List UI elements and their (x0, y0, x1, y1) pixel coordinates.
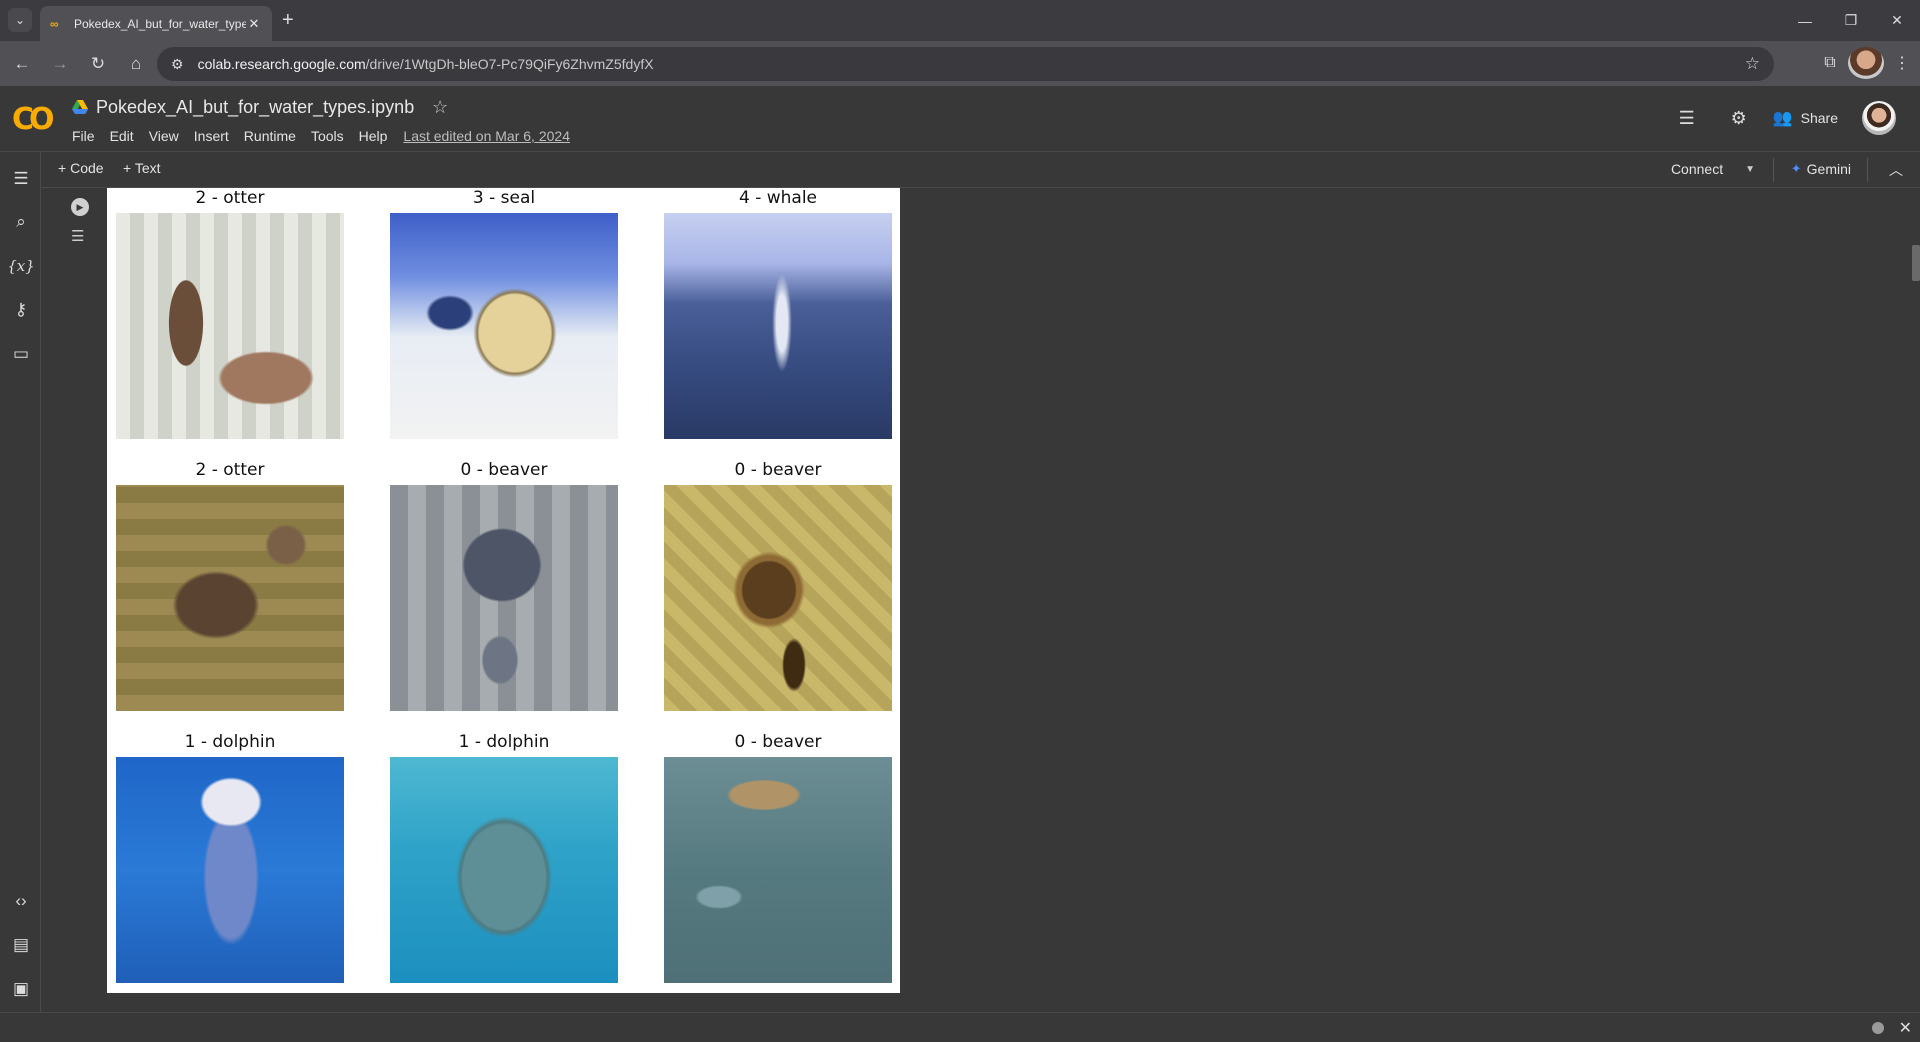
url-path: /drive/1WtgDh-bleO7-Pc79QiFy6ZhvmZ5fdyfX (365, 56, 654, 72)
profile-avatar-image (1848, 47, 1884, 79)
account-avatar[interactable] (1862, 101, 1896, 135)
notebook-title[interactable]: Pokedex_AI_but_for_water_types.ipynb (96, 97, 414, 118)
share-button[interactable]: 👥 Share (1773, 108, 1838, 128)
chevron-down-icon[interactable]: ▼ (1745, 164, 1755, 175)
beaver-image (664, 757, 892, 983)
otter-image (116, 213, 344, 439)
image-label: 2 - otter (195, 460, 265, 480)
tab-close-icon[interactable]: ✕ (246, 16, 262, 32)
run-cell-button[interactable]: ▶ (71, 198, 89, 216)
toolbar-actions: ⧉ ⋮ (1812, 47, 1920, 79)
bookmark-star-icon[interactable]: ☆ (1745, 54, 1760, 74)
menu-bar: File Edit View Insert Runtime Tools Help… (72, 128, 585, 144)
whale-image (664, 213, 892, 439)
gemini-label: Gemini (1806, 161, 1851, 177)
connect-button[interactable]: Connect ▼ (1671, 161, 1755, 177)
image-label: 1 - dolphin (458, 732, 550, 752)
forward-icon[interactable]: → (44, 48, 76, 80)
image-label: 0 - beaver (734, 460, 822, 480)
gemini-button[interactable]: ✦ Gemini (1791, 161, 1851, 177)
files-folder-icon[interactable]: ▭ (8, 341, 34, 367)
image-label: 0 - beaver (734, 732, 822, 752)
menu-runtime[interactable]: Runtime (244, 128, 296, 144)
seal-image (390, 213, 618, 439)
site-info-icon[interactable]: ⚙ (171, 56, 184, 73)
colab-header: CO Pokedex_AI_but_for_water_types.ipynb … (0, 86, 1920, 152)
url-host: colab.research.google.com (197, 56, 366, 72)
home-icon[interactable]: ⌂ (120, 48, 152, 80)
add-text-label: Text (134, 160, 161, 176)
cell-output: 2 - otter 3 - seal 4 - whale 2 - otter 0… (107, 188, 900, 993)
code-snippets-icon[interactable]: ‹› (8, 888, 34, 914)
profile-avatar[interactable] (1848, 47, 1884, 79)
status-bar: ✕ (0, 1012, 1920, 1042)
command-palette-icon[interactable]: ▤ (8, 932, 34, 958)
status-indicator-icon[interactable] (1872, 1022, 1884, 1034)
image-label: 4 - whale (738, 188, 818, 208)
output-actions-icon[interactable]: ☰ (71, 227, 84, 245)
menu-help[interactable]: Help (359, 128, 388, 144)
reload-icon[interactable]: ↻ (82, 48, 114, 80)
settings-gear-icon[interactable]: ⚙ (1719, 100, 1759, 136)
beaver-image (390, 485, 618, 711)
header-actions: ☰ ⚙ 👥 Share (1667, 100, 1920, 136)
menu-view[interactable]: View (149, 128, 179, 144)
cell-gutter: ▶ ☰ (42, 188, 107, 1012)
browser-tab[interactable]: ∞ Pokedex_AI_but_for_water_types.ipynb ✕ (40, 6, 272, 41)
gemini-sparkle-icon: ✦ (1790, 161, 1802, 176)
browser-tab-bar: ⌄ ∞ Pokedex_AI_but_for_water_types.ipynb… (0, 0, 1920, 41)
close-panel-icon[interactable]: ✕ (1899, 1018, 1912, 1038)
divider (1773, 158, 1774, 182)
otter-image (116, 485, 344, 711)
tab-search-button[interactable]: ⌄ (8, 8, 32, 32)
menu-insert[interactable]: Insert (194, 128, 229, 144)
star-notebook-icon[interactable]: ☆ (432, 97, 448, 118)
back-icon[interactable]: ← (6, 48, 38, 80)
dolphin-image (390, 757, 618, 983)
image-label: 2 - otter (195, 188, 265, 208)
left-sidebar: ☰ ⌕ {x} ⚷ ▭ ‹› ▤ ▣ (0, 152, 41, 1012)
notebook-toolbar: + Code + Text Connect ▼ ✦ Gemini ︿ (42, 152, 1920, 188)
colab-logo[interactable]: CO (12, 102, 54, 137)
people-icon: 👥 (1772, 110, 1793, 127)
variables-icon[interactable]: {x} (7, 253, 35, 279)
restore-icon[interactable]: ❐ (1828, 0, 1874, 41)
add-code-label: Code (70, 160, 104, 176)
beaver-image (664, 485, 892, 711)
last-edited-link[interactable]: Last edited on Mar 6, 2024 (403, 128, 570, 144)
secrets-key-icon[interactable]: ⚷ (8, 297, 34, 323)
table-of-contents-icon[interactable]: ☰ (8, 166, 34, 192)
menu-tools[interactable]: Tools (311, 128, 344, 144)
dolphin-image (116, 757, 344, 983)
image-label: 1 - dolphin (184, 732, 276, 752)
terminal-icon[interactable]: ▣ (8, 976, 34, 1002)
window-controls: — ❐ ✕ (1782, 0, 1920, 41)
image-label: 0 - beaver (460, 460, 548, 480)
browser-toolbar: ← → ↻ ⌂ ⚙ colab.research.google.com/driv… (0, 41, 1920, 86)
chevron-up-icon[interactable]: ︿ (1889, 160, 1903, 180)
browser-menu-icon[interactable]: ⋮ (1884, 47, 1920, 79)
menu-file[interactable]: File (72, 128, 95, 144)
colab-favicon-icon: ∞ (50, 16, 59, 31)
image-label: 3 - seal (472, 188, 536, 208)
extensions-icon[interactable]: ⧉ (1812, 47, 1848, 79)
google-drive-icon (72, 100, 88, 114)
address-bar[interactable]: ⚙ colab.research.google.com/drive/1WtgDh… (157, 47, 1774, 81)
scrollbar-thumb[interactable] (1912, 245, 1920, 281)
new-tab-button[interactable]: + (282, 10, 294, 30)
menu-edit[interactable]: Edit (110, 128, 134, 144)
add-code-button[interactable]: + Code (58, 160, 104, 176)
tab-title: Pokedex_AI_but_for_water_types.ipynb (74, 16, 246, 31)
share-label: Share (1800, 110, 1838, 126)
search-icon[interactable]: ⌕ (8, 209, 34, 235)
add-text-button[interactable]: + Text (123, 160, 161, 176)
window-close-icon[interactable]: ✕ (1874, 0, 1920, 41)
minimize-icon[interactable]: — (1782, 0, 1828, 41)
connect-label: Connect (1670, 161, 1724, 177)
divider (1867, 158, 1868, 182)
url-text: colab.research.google.com/drive/1WtgDh-b… (198, 56, 654, 72)
comments-icon[interactable]: ☰ (1667, 100, 1707, 136)
